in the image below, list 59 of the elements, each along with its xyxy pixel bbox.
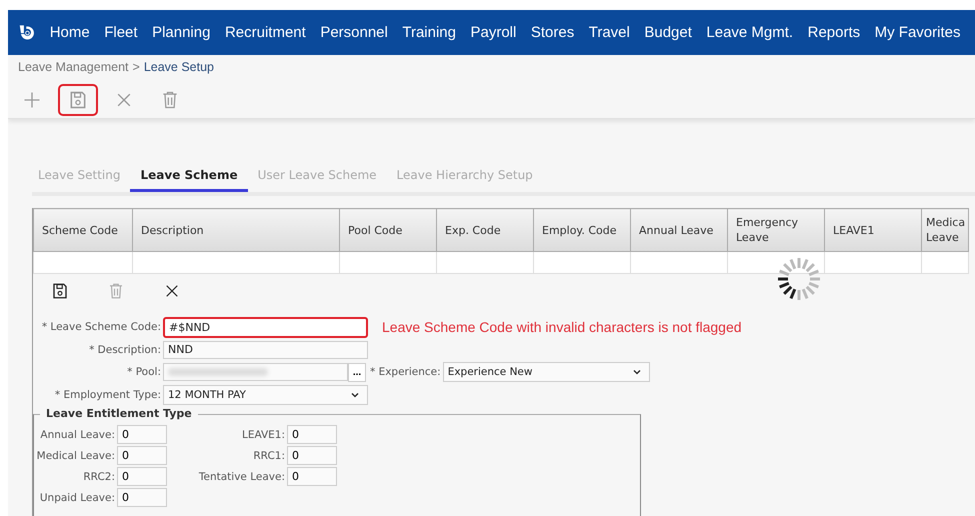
save-icon[interactable] (51, 282, 69, 300)
field-label: Medical Leave: (36, 450, 116, 462)
number-field[interactable]: 0 (117, 467, 167, 486)
field-label: Annual Leave: (39, 428, 116, 440)
field-label: LEAVE1: (240, 428, 286, 440)
column-header[interactable]: Pool Code (340, 208, 436, 252)
number-field[interactable]: 0 (117, 446, 167, 465)
field-label: * Experience: (369, 366, 442, 378)
annotation-text: Leave Scheme Code with invalid characters is not flagged (382, 319, 742, 336)
tab[interactable]: Leave Scheme (130, 161, 248, 192)
nav-link[interactable]: Leave Mgmt. (706, 24, 794, 41)
nav-link[interactable]: Travel (588, 24, 630, 41)
field-label: * Leave Scheme Code: (40, 321, 162, 334)
column-header[interactable]: Description (132, 208, 340, 252)
column-header[interactable]: Employ. Code (534, 208, 630, 252)
field-label: * Pool: (126, 366, 162, 378)
field-label: RRC2: (82, 470, 116, 482)
table-cell (922, 252, 968, 274)
nav-link[interactable]: Planning (152, 24, 210, 41)
field-label: Tentative Leave: (198, 470, 286, 482)
number-field[interactable]: 0 (117, 488, 167, 507)
breadcrumb-link[interactable]: Leave Management (18, 60, 128, 78)
column-header[interactable]: Medica Leave (922, 208, 968, 252)
column-header[interactable]: Scheme Code (34, 208, 132, 252)
number-field[interactable]: 0 (287, 425, 337, 444)
column-header[interactable]: Emergency Leave (728, 208, 824, 252)
column-header[interactable]: Exp. Code (436, 208, 534, 252)
nav-link[interactable]: Payroll (470, 24, 516, 41)
pool-field[interactable] (163, 363, 348, 382)
employment-type-dropdown[interactable]: 12 MONTH PAY (163, 384, 368, 405)
column-header[interactable]: LEAVE1 (824, 208, 922, 252)
experience-dropdown[interactable]: Experience New (442, 362, 650, 382)
number-field[interactable]: 0 (287, 446, 337, 465)
field-label: RRC1: (252, 450, 286, 462)
nav-link[interactable]: Budget (644, 24, 692, 41)
field-label: * Description: (88, 344, 162, 356)
number-field[interactable]: 0 (287, 467, 337, 486)
nav-link[interactable]: Home (50, 24, 90, 41)
browse-button[interactable]: ... (348, 362, 366, 382)
nav-link[interactable]: My Favorites (874, 24, 960, 41)
nav-link[interactable]: Training (402, 24, 456, 41)
save-icon (68, 90, 88, 110)
field-label: * Employment Type: (54, 388, 162, 401)
nav-link[interactable]: Stores (530, 24, 574, 41)
section-title: Leave Entitlement Type (40, 407, 198, 420)
dropdown-value: 12 MONTH PAY (168, 388, 246, 401)
field-label: Unpaid Leave: (38, 492, 116, 504)
description-field[interactable]: NND (163, 340, 368, 359)
column-header[interactable]: Annual Leave (630, 208, 728, 252)
breadcrumb-separator: > (132, 60, 140, 76)
scheme-code-field[interactable]: #$NND (163, 316, 368, 338)
dropdown-value: Experience New (448, 366, 532, 378)
breadcrumb-current: Leave Setup (144, 60, 214, 76)
nav-link[interactable]: Reports (808, 24, 860, 41)
nav-link[interactable]: Personnel (320, 24, 388, 41)
number-field[interactable]: 0 (117, 425, 167, 444)
nav-link[interactable]: Fleet (104, 24, 138, 41)
nav-link[interactable]: Recruitment (224, 24, 306, 41)
plus-icon (22, 90, 42, 110)
